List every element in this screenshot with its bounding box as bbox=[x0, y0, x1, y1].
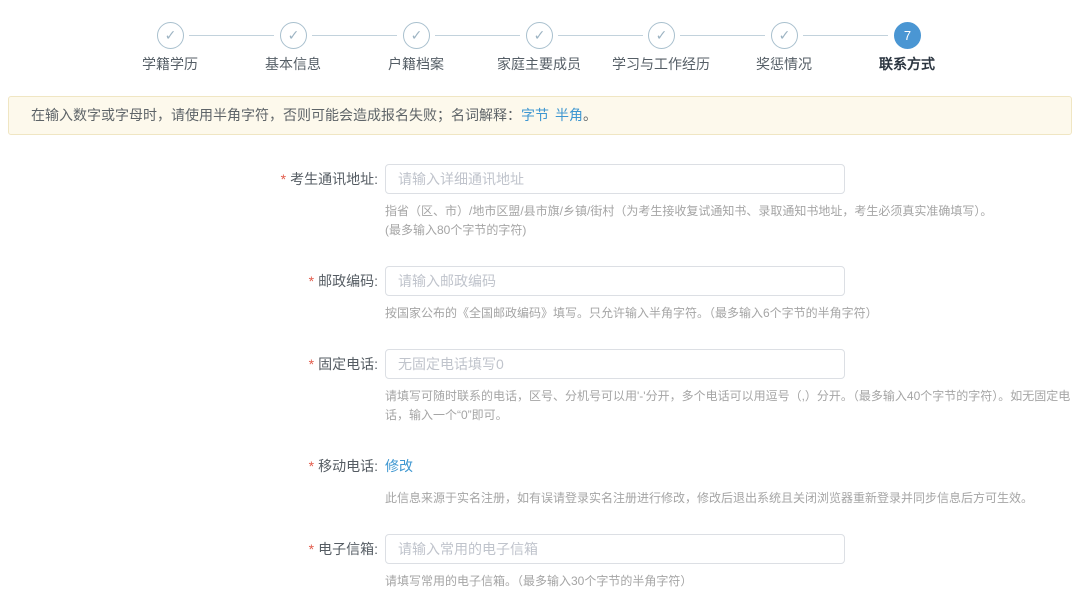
field-row-address: *考生通讯地址: 指省（区、市）/地市区盟/县市旗/乡镇/街村（为考生接收复试通… bbox=[0, 164, 1080, 240]
field-row-postcode: *邮政编码: 按国家公布的《全国邮政编码》填写。只允许输入半角字符。（最多输入6… bbox=[0, 266, 1080, 323]
address-input[interactable] bbox=[385, 164, 845, 194]
email-help: 请填写常用的电子信箱。（最多输入30个字节的半角字符） bbox=[385, 572, 1075, 591]
field-label-email: *电子信箱: bbox=[0, 534, 378, 591]
glossary-link-byte[interactable]: 字节 bbox=[521, 107, 549, 123]
step-6-check-icon[interactable]: ✓ bbox=[771, 22, 798, 49]
field-label-text: 固定电话: bbox=[318, 356, 378, 372]
required-asterisk: * bbox=[309, 273, 314, 289]
step-label-jiben[interactable]: 基本信息 bbox=[228, 54, 358, 74]
field-label-landline: *固定电话: bbox=[0, 349, 378, 425]
step-label-jiating[interactable]: 家庭主要成员 bbox=[474, 54, 604, 74]
field-label-text: 邮政编码: bbox=[318, 273, 378, 289]
field-row-landline: *固定电话: 请填写可随时联系的电话，区号、分机号可以用'-'分开，多个电话可以… bbox=[0, 349, 1080, 425]
step-2-check-icon[interactable]: ✓ bbox=[280, 22, 307, 49]
halfwidth-notice-bar: 在输入数字或字母时，请使用半角字符，否则可能会造成报名失败；名词解释：字节半角。 bbox=[8, 96, 1072, 135]
step-connector bbox=[435, 35, 520, 36]
required-asterisk: * bbox=[309, 541, 314, 557]
field-label-text: 移动电话: bbox=[318, 458, 378, 474]
required-asterisk: * bbox=[281, 171, 286, 187]
step-5-check-icon[interactable]: ✓ bbox=[648, 22, 675, 49]
step-3-check-icon[interactable]: ✓ bbox=[403, 22, 430, 49]
field-label-text: 考生通讯地址: bbox=[290, 171, 378, 187]
step-connector bbox=[803, 35, 888, 36]
modify-mobile-link[interactable]: 修改 bbox=[385, 458, 413, 474]
step-1-check-icon[interactable]: ✓ bbox=[157, 22, 184, 49]
landline-help: 请填写可随时联系的电话，区号、分机号可以用'-'分开，多个电话可以用逗号（,）分… bbox=[385, 387, 1075, 425]
field-label-postcode: *邮政编码: bbox=[0, 266, 378, 323]
step-connector bbox=[189, 35, 274, 36]
landline-input[interactable] bbox=[385, 349, 845, 379]
postcode-input[interactable] bbox=[385, 266, 845, 296]
wizard-stepper: ✓ ✓ ✓ ✓ ✓ ✓ 7 学籍学历 基本信息 户籍档案 家庭主要成员 学习与工… bbox=[0, 0, 1080, 80]
field-label-text: 电子信箱: bbox=[318, 541, 378, 557]
step-7-badge[interactable]: 7 bbox=[894, 22, 921, 49]
step-label-lianxi[interactable]: 联系方式 bbox=[842, 54, 972, 74]
step-4-check-icon[interactable]: ✓ bbox=[526, 22, 553, 49]
postcode-help: 按国家公布的《全国邮政编码》填写。只允许输入半角字符。（最多输入6个字节的半角字… bbox=[385, 304, 1075, 323]
contact-info-form: *考生通讯地址: 指省（区、市）/地市区盟/县市旗/乡镇/街村（为考生接收复试通… bbox=[0, 164, 1080, 591]
field-label-address: *考生通讯地址: bbox=[0, 164, 378, 240]
step-connector bbox=[680, 35, 765, 36]
address-help-line1: 指省（区、市）/地市区盟/县市旗/乡镇/街村（为考生接收复试通知书、录取通知书地… bbox=[385, 202, 1075, 221]
required-asterisk: * bbox=[309, 458, 314, 474]
step-label-xueji[interactable]: 学籍学历 bbox=[105, 54, 235, 74]
notice-suffix: 。 bbox=[583, 107, 597, 123]
address-help-line2: (最多输入80个字节的字符) bbox=[385, 221, 1075, 240]
step-connector bbox=[558, 35, 643, 36]
required-asterisk: * bbox=[309, 356, 314, 372]
notice-text: 在输入数字或字母时，请使用半角字符，否则可能会造成报名失败；名词解释： bbox=[31, 107, 521, 123]
field-row-mobile: *移动电话: 修改 此信息来源于实名注册，如有误请登录实名注册进行修改，修改后退… bbox=[0, 451, 1080, 508]
glossary-link-halfwidth[interactable]: 半角 bbox=[555, 107, 583, 123]
email-input[interactable] bbox=[385, 534, 845, 564]
step-label-huji[interactable]: 户籍档案 bbox=[351, 54, 481, 74]
step-label-jiangcheng[interactable]: 奖惩情况 bbox=[719, 54, 849, 74]
mobile-help: 此信息来源于实名注册，如有误请登录实名注册进行修改，修改后退出系统且关闭浏览器重… bbox=[385, 489, 1075, 508]
step-connector bbox=[312, 35, 397, 36]
field-label-mobile: *移动电话: bbox=[0, 451, 378, 508]
step-label-jingli[interactable]: 学习与工作经历 bbox=[596, 54, 726, 74]
field-row-email: *电子信箱: 请填写常用的电子信箱。（最多输入30个字节的半角字符） bbox=[0, 534, 1080, 591]
